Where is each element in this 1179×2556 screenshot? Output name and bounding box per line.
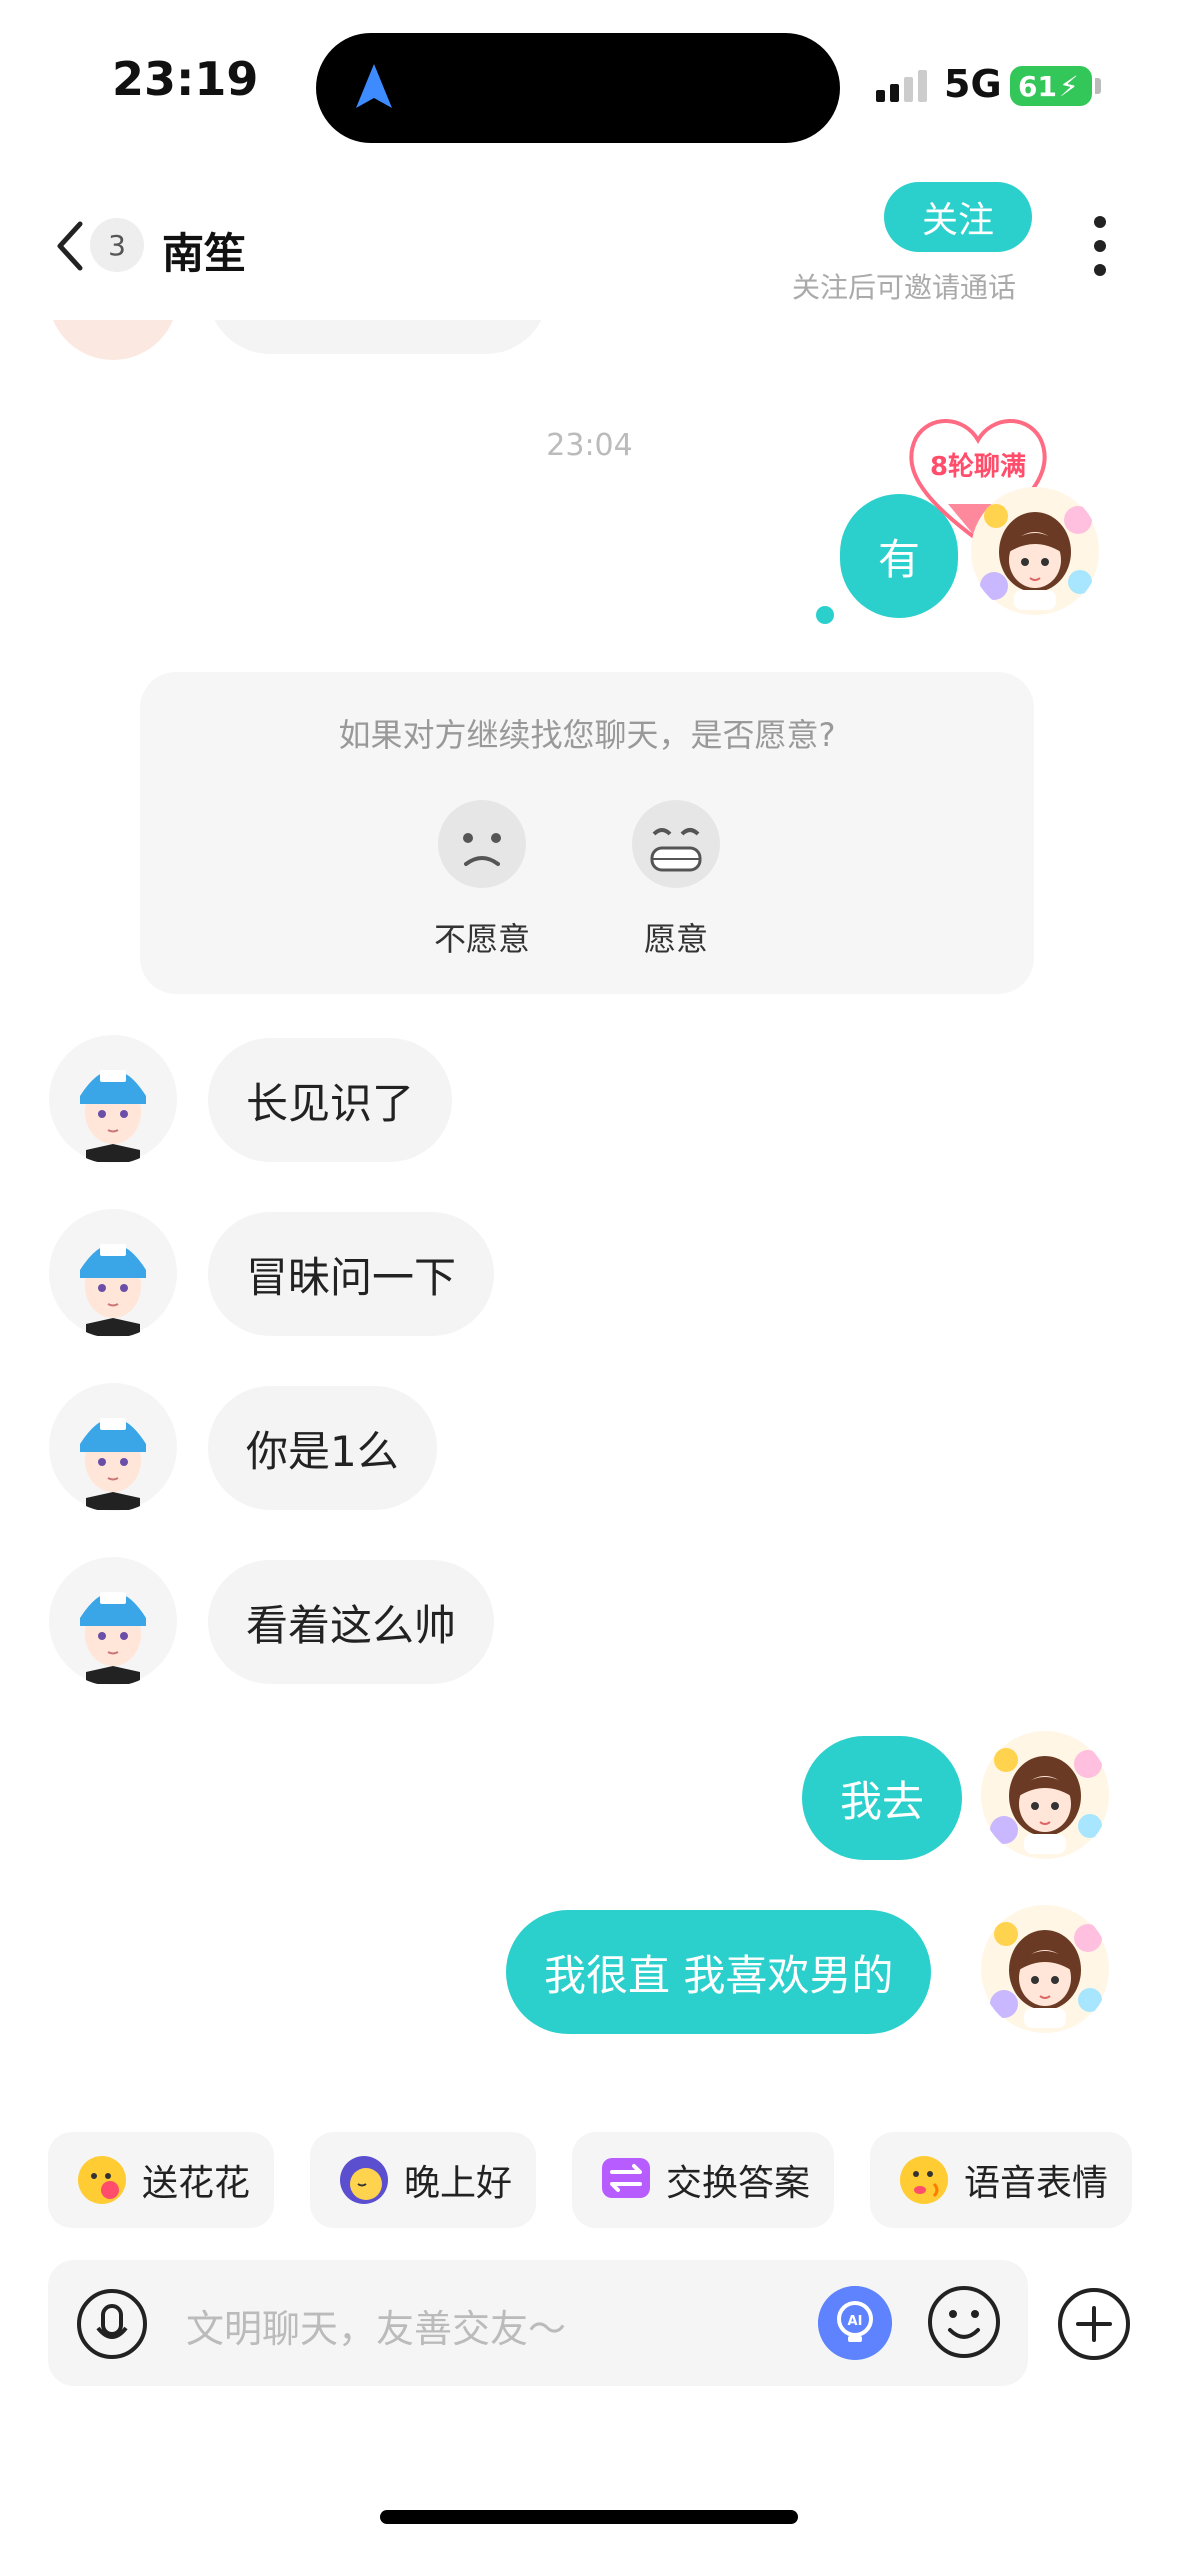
message-input-placeholder[interactable]: 文明聊天，友善交友～ <box>186 2298 566 2353</box>
quick-reply-good-evening[interactable]: 晚上好 <box>310 2132 536 2228</box>
network-type: 5G <box>944 62 1002 106</box>
svg-text:AI: AI <box>848 2314 863 2329</box>
message-bubble-received[interactable]: 你是1么 <box>208 1386 437 1510</box>
sad-face-icon <box>438 800 526 888</box>
add-attachment-icon[interactable] <box>1056 2286 1132 2362</box>
flower-kiss-icon <box>78 2156 126 2204</box>
status-time: 23:19 <box>112 52 259 106</box>
status-bar: 23:19 5G 61 ⚡ <box>0 0 1179 170</box>
sent-status-dot <box>816 606 834 624</box>
quick-reply-label: 语音表情 <box>964 2163 1109 2204</box>
quick-reply-voice-emoji[interactable]: 语音表情 <box>870 2132 1132 2228</box>
self-avatar[interactable] <box>970 486 1100 616</box>
unread-count-badge[interactable]: 3 <box>90 218 144 272</box>
contact-avatar[interactable] <box>48 1034 178 1164</box>
follow-button[interactable]: 关注 <box>884 182 1032 252</box>
voice-input-icon[interactable] <box>76 2288 148 2360</box>
quick-reply-label: 交换答案 <box>666 2163 811 2204</box>
option-willing-label: 愿意 <box>643 920 708 958</box>
signal-icon <box>876 70 927 102</box>
home-indicator <box>380 2510 798 2524</box>
heart-badge-text: 8轮聊满 <box>929 452 1027 482</box>
quick-reply-label: 晚上好 <box>404 2163 513 2204</box>
voice-emoji-icon <box>900 2156 948 2204</box>
option-willing-button[interactable]: 愿意 <box>616 798 736 960</box>
option-unwilling-button[interactable]: 不愿意 <box>422 798 542 960</box>
battery-level: 61 <box>1018 69 1057 103</box>
message-bubble-sent[interactable]: 我去 <box>802 1736 963 1860</box>
message-input-bar[interactable]: 文明聊天，友善交友～ AI <box>48 2260 1028 2386</box>
self-avatar[interactable] <box>980 1904 1110 2034</box>
emoji-picker-icon[interactable] <box>926 2284 1002 2360</box>
exchange-icon <box>602 2158 650 2198</box>
contact-name[interactable]: 南笙 <box>162 220 246 281</box>
ai-assistant-icon[interactable]: AI <box>818 2286 892 2360</box>
charging-bolt-icon: ⚡ <box>1058 69 1079 103</box>
quick-reply-send-flowers[interactable]: 送花花 <box>48 2132 274 2228</box>
contact-avatar[interactable] <box>48 1556 178 1686</box>
follow-hint: 关注后可邀请通话 <box>792 271 1017 304</box>
quick-reply-exchange-answers[interactable]: 交换答案 <box>572 2132 834 2228</box>
survey-question: 如果对方继续找您聊天，是否愿意? <box>338 716 836 754</box>
clipped-previous-message <box>0 320 1179 380</box>
option-unwilling-label: 不愿意 <box>433 920 530 958</box>
contact-avatar[interactable] <box>48 1382 178 1512</box>
back-chevron-icon[interactable] <box>50 218 90 274</box>
battery-cap <box>1095 78 1101 94</box>
chat-header: 3 南笙 关注 关注后可邀请通话 <box>0 170 1179 320</box>
willingness-survey-card: 如果对方继续找您聊天，是否愿意? 不愿意 愿意 <box>140 672 1034 994</box>
navigation-arrow-icon <box>356 64 392 108</box>
self-avatar[interactable] <box>980 1730 1110 1860</box>
grin-face-icon <box>632 800 720 888</box>
moon-sleep-icon <box>340 2156 388 2204</box>
contact-avatar[interactable] <box>48 1208 178 1338</box>
message-bubble-received[interactable]: 看着这么帅 <box>208 1560 495 1684</box>
message-bubble-received[interactable]: 冒昧问一下 <box>208 1212 495 1336</box>
dynamic-island <box>316 33 840 143</box>
message-bubble-sent[interactable]: 我很直 我喜欢男的 <box>506 1910 932 2034</box>
battery-indicator: 61 ⚡ <box>1010 66 1092 106</box>
message-bubble-received[interactable]: 长见识了 <box>208 1038 453 1162</box>
more-options-icon[interactable] <box>1090 216 1110 280</box>
quick-reply-label: 送花花 <box>142 2163 251 2204</box>
